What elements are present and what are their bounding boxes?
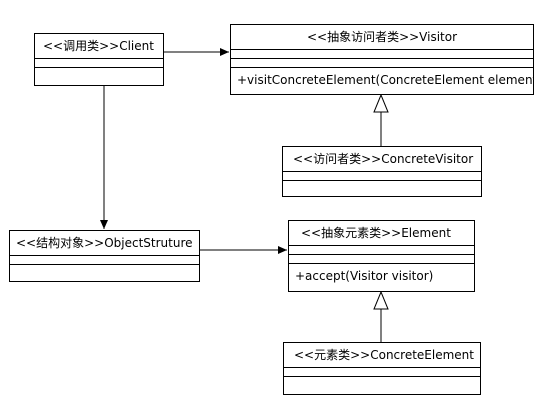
- class-visitor-operation: +visitConcreteElement(ConcreteElement el…: [237, 73, 533, 87]
- class-element-operation: +accept(Visitor visitor): [295, 269, 434, 283]
- class-element-attributes-2: [289, 255, 474, 264]
- class-object-structure-operations: [10, 265, 199, 274]
- class-object-structure[interactable]: <<结构对象>>ObjectStruture: [9, 230, 200, 282]
- generalization-arrowhead-visitor: [373, 93, 389, 113]
- class-object-structure-attributes: [10, 256, 199, 265]
- class-client-operations: [35, 68, 163, 77]
- class-visitor[interactable]: <<抽象访问者类>>Visitor +visitConcreteElement(…: [230, 24, 534, 95]
- class-object-structure-name: <<结构对象>>ObjectStruture: [10, 231, 199, 256]
- class-concrete-element-attributes: [284, 368, 480, 377]
- class-element[interactable]: <<抽象元素类>>Element +accept(Visitor visitor…: [288, 220, 475, 292]
- class-concrete-visitor-name: <<访问者类>>ConcreteVisitor: [283, 147, 481, 172]
- class-element-attributes: [289, 246, 474, 255]
- class-concrete-visitor-operations: [283, 181, 481, 190]
- class-visitor-attributes: [231, 50, 533, 59]
- class-concrete-element-operations: [284, 377, 480, 386]
- class-concrete-element[interactable]: <<元素类>>ConcreteElement: [283, 342, 481, 395]
- class-visitor-attributes-2: [231, 59, 533, 68]
- class-concrete-element-name: <<元素类>>ConcreteElement: [284, 343, 480, 368]
- class-client-attributes: [35, 59, 163, 68]
- class-concrete-visitor-attributes: [283, 172, 481, 181]
- class-visitor-name: <<抽象访问者类>>Visitor: [231, 25, 533, 50]
- class-client[interactable]: <<调用类>>Client: [34, 33, 164, 86]
- class-element-name: <<抽象元素类>>Element: [289, 221, 474, 246]
- generalization-arrowhead-element: [373, 290, 389, 310]
- class-client-name: <<调用类>>Client: [35, 34, 163, 59]
- class-concrete-visitor[interactable]: <<访问者类>>ConcreteVisitor: [282, 146, 482, 197]
